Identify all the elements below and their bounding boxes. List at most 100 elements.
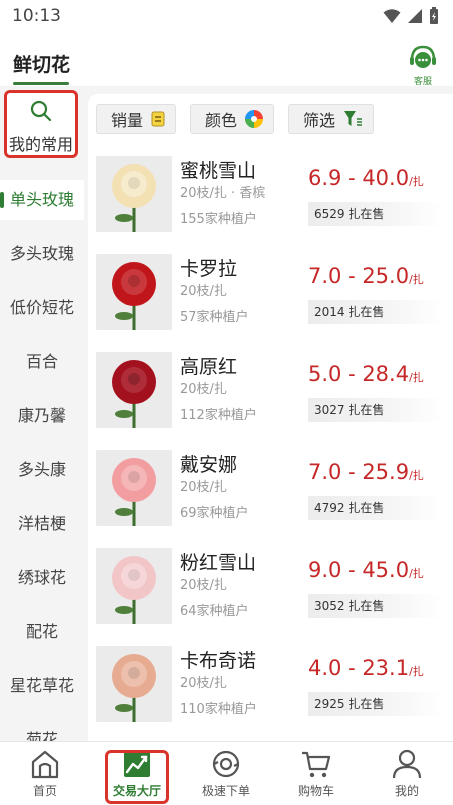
filter-icon: [344, 111, 363, 126]
title-underline: [13, 82, 69, 85]
grower-count: 155家种植户: [180, 212, 257, 227]
sidebar-item-lily[interactable]: 百合: [0, 342, 84, 382]
product-row[interactable]: 卡罗拉 20枝/扎 57家种植户 7.0 - 25.0/扎 2014 扎在售: [96, 254, 446, 336]
sidebar-item-single-rose[interactable]: 单头玫瑰: [0, 180, 84, 220]
nav-cart[interactable]: 购物车: [271, 742, 361, 805]
price-value: 7.0 - 25.9: [308, 460, 410, 484]
grower-count: 57家种植户: [180, 310, 249, 325]
grower-count: 64家种植户: [180, 604, 249, 619]
price-value: 4.0 - 23.1: [308, 656, 410, 680]
customer-service-button[interactable]: 客服: [407, 44, 439, 87]
header: 鲜切花 客服: [0, 32, 453, 87]
price-unit: /扎: [409, 371, 424, 384]
sidebar-item-label: 菊花: [25, 730, 58, 741]
sidebar-item-spray-carnation[interactable]: 多头康: [0, 450, 84, 490]
price-unit: /扎: [409, 175, 424, 188]
nav-home[interactable]: 首页: [0, 742, 90, 805]
product-name: 粉红雪山: [180, 552, 257, 574]
price-unit: /扎: [409, 567, 424, 580]
sidebar-item-label: 多头康: [17, 460, 66, 479]
active-tab-highlight: [105, 750, 169, 804]
sidebar-item-hydrangea[interactable]: 绣球花: [0, 558, 84, 598]
price-range: 7.0 - 25.0/扎: [308, 264, 424, 288]
category-sidebar: 我的常用 单头玫瑰 多头玫瑰 低价短花 百合 康乃馨 多头康 洋桔梗 绣球花 配…: [0, 86, 84, 741]
product-row[interactable]: 戴安娜 20枝/扎 69家种植户 7.0 - 25.9/扎 4792 扎在售: [96, 450, 446, 532]
product-name: 蜜桃雪山: [180, 160, 257, 182]
sidebar-item-label: 多头玫瑰: [9, 244, 74, 263]
price-range: 9.0 - 45.0/扎: [308, 558, 424, 582]
grower-count: 112家种植户: [180, 408, 257, 423]
profile-icon: [392, 749, 422, 779]
sidebar-item-label: 单头玫瑰: [9, 190, 74, 209]
product-name: 高原红: [180, 356, 238, 378]
status-bar: 10:13: [0, 0, 453, 32]
price-value: 7.0 - 25.0: [308, 264, 410, 288]
sort-by-sales-button[interactable]: 销量: [96, 104, 177, 134]
sidebar-item-multi-rose[interactable]: 多头玫瑰: [0, 234, 84, 274]
cart-icon: [302, 751, 331, 778]
product-row[interactable]: 蜜桃雪山 20枝/扎 · 香槟 155家种植户 6.9 - 40.0/扎 652…: [96, 156, 446, 238]
product-spec: 20枝/扎: [180, 382, 227, 397]
my-favorites-button[interactable]: 我的常用: [4, 90, 78, 158]
price-unit: /扎: [409, 273, 424, 286]
sidebar-item-label: 配花: [25, 622, 58, 641]
price-value: 9.0 - 45.0: [308, 558, 410, 582]
page-title: 鲜切花: [13, 54, 71, 76]
sidebar-item-label: 洋桔梗: [17, 514, 66, 533]
nav-label: 购物车: [297, 784, 334, 798]
product-row[interactable]: 粉红雪山 20枝/扎 64家种植户 9.0 - 45.0/扎 3052 扎在售: [96, 548, 446, 630]
filter-bar: 销量 颜色 筛选: [96, 104, 375, 134]
signal-icon: [408, 9, 422, 23]
sidebar-item-star-grass[interactable]: 星花草花: [0, 666, 84, 706]
product-image: [96, 352, 172, 428]
filter-label: 筛选: [303, 111, 336, 130]
product-image: [96, 548, 172, 624]
price-unit: /扎: [409, 665, 424, 678]
grower-count: 69家种植户: [180, 506, 249, 521]
sidebar-item-label: 康乃馨: [17, 406, 66, 425]
product-name: 卡布奇诺: [180, 650, 257, 672]
price-unit: /扎: [409, 469, 424, 482]
nav-profile[interactable]: 我的: [362, 742, 452, 805]
quick-order-icon: [212, 750, 240, 778]
product-spec: 20枝/扎: [180, 284, 227, 299]
price-range: 7.0 - 25.9/扎: [308, 460, 424, 484]
wifi-icon: [383, 9, 401, 23]
sidebar-item-label: 低价短花: [9, 298, 74, 317]
product-name: 卡罗拉: [180, 258, 238, 280]
nav-label: 极速下单: [201, 784, 250, 798]
product-spec: 20枝/扎: [180, 480, 227, 495]
filter-button[interactable]: 筛选: [288, 104, 375, 134]
status-time: 10:13: [12, 6, 61, 26]
search-icon: [30, 100, 52, 122]
headset-icon: [410, 45, 436, 68]
stock-badge: 3027 扎在售: [308, 398, 444, 422]
sidebar-item-filler-flowers[interactable]: 配花: [0, 612, 84, 652]
price-range: 5.0 - 28.4/扎: [308, 362, 424, 386]
product-name: 戴安娜: [180, 454, 238, 476]
sidebar-item-cheap-short[interactable]: 低价短花: [0, 288, 84, 328]
sidebar-item-label: 百合: [25, 352, 58, 371]
sidebar-item-chrysanthemum[interactable]: 菊花: [0, 720, 84, 741]
product-area: 销量 颜色 筛选 蜜桃雪山 20枝/扎 · 香槟 155家种植户 6.9 - 4…: [84, 86, 453, 741]
product-image: [96, 646, 172, 722]
price-value: 6.9 - 40.0: [308, 166, 410, 190]
color-filter-button[interactable]: 颜色: [190, 104, 275, 134]
stock-badge: 3052 扎在售: [308, 594, 444, 618]
nav-quick-order[interactable]: 极速下单: [181, 742, 271, 805]
product-spec: 20枝/扎: [180, 676, 227, 691]
color-wheel-icon: [245, 110, 264, 128]
product-row[interactable]: 高原红 20枝/扎 112家种植户 5.0 - 28.4/扎 3027 扎在售: [96, 352, 446, 434]
active-indicator: [0, 192, 4, 208]
stock-badge: 6529 扎在售: [308, 202, 444, 226]
battery-icon: [430, 7, 438, 24]
product-image: [96, 156, 172, 232]
stock-badge: 2014 扎在售: [308, 300, 444, 324]
price-value: 5.0 - 28.4: [308, 362, 410, 386]
home-icon: [31, 750, 59, 779]
product-row[interactable]: 卡布奇诺 20枝/扎 110家种植户 4.0 - 23.1/扎 2925 扎在售: [96, 646, 446, 728]
sidebar-item-carnation[interactable]: 康乃馨: [0, 396, 84, 436]
sidebar-item-eustoma[interactable]: 洋桔梗: [0, 504, 84, 544]
nav-label: 我的: [394, 784, 419, 798]
price-range: 6.9 - 40.0/扎: [308, 166, 424, 190]
